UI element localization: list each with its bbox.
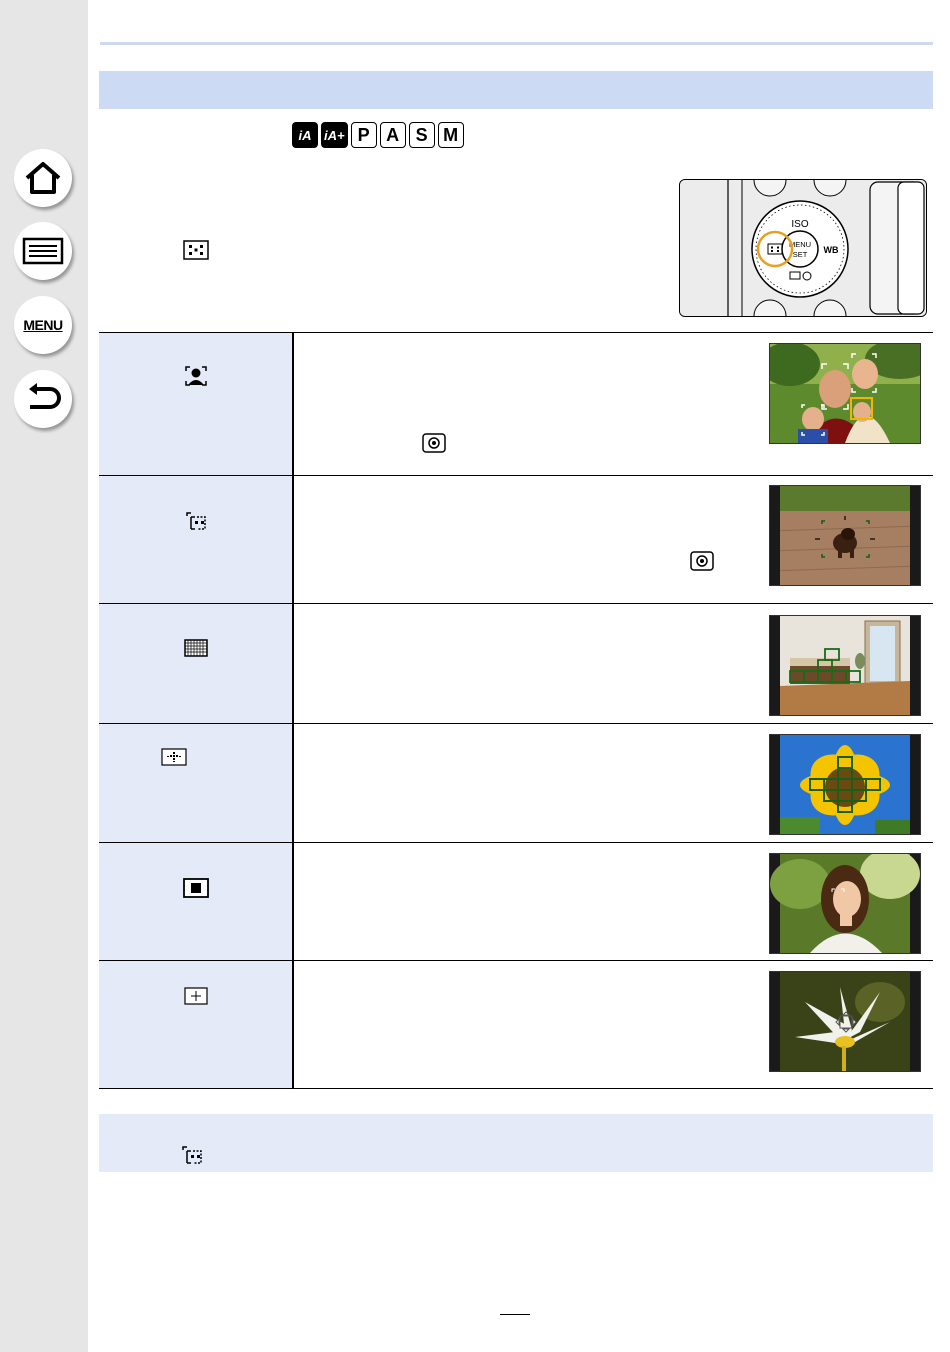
eye-af-icon xyxy=(422,433,446,453)
dial-label-wb: WB xyxy=(824,245,839,255)
back-button[interactable] xyxy=(14,370,72,428)
section-title-bar xyxy=(99,71,933,109)
dog-photo xyxy=(769,485,921,586)
table-row xyxy=(99,842,933,961)
home-icon xyxy=(25,162,61,194)
row-desc-cell xyxy=(293,603,933,724)
tracking-icon xyxy=(186,512,206,530)
contents-button[interactable] xyxy=(14,222,72,280)
back-arrow-icon xyxy=(29,383,61,409)
table-row xyxy=(99,475,933,604)
face-eye-detection-icon xyxy=(185,366,207,386)
room-photo xyxy=(769,615,921,716)
camera-back-illustration: ISO MENU SET WB xyxy=(679,179,927,317)
row-desc-cell xyxy=(293,475,933,604)
note-bar xyxy=(99,1114,933,1172)
pinpoint-icon xyxy=(184,987,208,1005)
table-row xyxy=(99,332,933,476)
menu-button[interactable]: MENU xyxy=(14,296,72,354)
row-label-cell xyxy=(99,960,294,1089)
mode-m-icon: M xyxy=(437,122,464,148)
row-desc-cell xyxy=(293,723,933,843)
dial-label-iso: ISO xyxy=(791,219,808,230)
tracking-icon xyxy=(182,1146,202,1164)
row-label-cell xyxy=(99,332,294,476)
mode-ia-plus-icon: iA+ xyxy=(321,122,348,148)
family-photo xyxy=(769,343,921,444)
home-button[interactable] xyxy=(14,149,72,207)
recording-modes: iA iA+ P A S M xyxy=(292,122,464,150)
row-label-cell xyxy=(99,603,294,724)
sidebar-nav: MENU xyxy=(0,0,88,1352)
1-area-icon xyxy=(183,878,209,898)
table-row xyxy=(99,960,933,1089)
row-desc-cell xyxy=(293,960,933,1089)
eye-af-icon xyxy=(690,551,714,571)
sunflower-photo xyxy=(769,734,921,835)
list-icon xyxy=(22,237,64,265)
row-desc-cell xyxy=(293,332,933,476)
custom-multi-icon xyxy=(161,748,187,766)
row-label-cell xyxy=(99,475,294,604)
mode-s-icon: S xyxy=(408,122,435,148)
woman-photo xyxy=(769,853,921,954)
mode-p-icon: P xyxy=(350,122,377,148)
header-rule xyxy=(100,42,933,45)
row-desc-cell xyxy=(293,842,933,961)
dial-label-set: SET xyxy=(793,250,808,259)
mode-ia-icon: iA xyxy=(292,122,318,148)
table-row xyxy=(99,723,933,843)
af-mode-button-icon xyxy=(183,240,209,260)
row-label-cell xyxy=(99,723,294,843)
page-number-rule xyxy=(500,1314,530,1316)
flower-photo xyxy=(769,971,921,1072)
af-mode-table xyxy=(99,332,933,1089)
49-area-icon xyxy=(184,639,208,657)
mode-a-icon: A xyxy=(379,122,406,148)
menu-label: MENU xyxy=(23,317,63,333)
row-label-cell xyxy=(99,842,294,961)
table-row xyxy=(99,603,933,724)
